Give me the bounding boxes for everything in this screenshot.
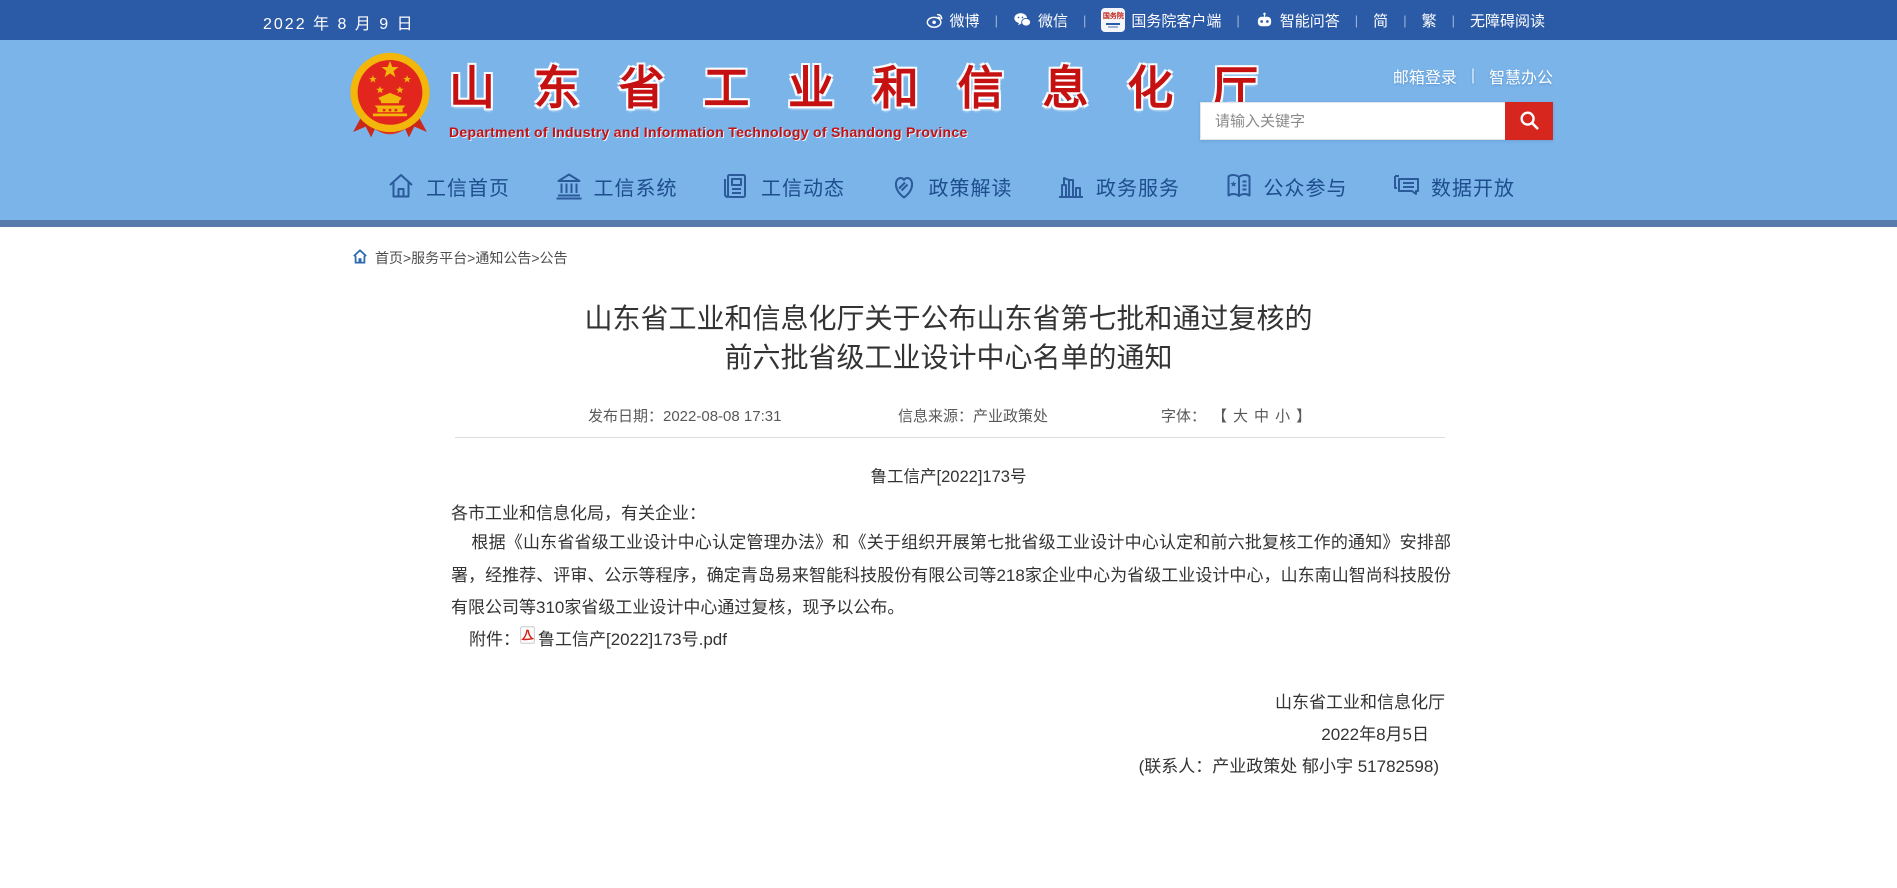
font-size-label: 字体： [1161, 405, 1206, 426]
site-title: 山 东 省 工 业 和 信 息 化 厅 [449, 52, 1271, 118]
policy-icon [888, 170, 920, 202]
main-content: 首页>服务平台>通知公告>公告 山东省工业和信息化厅关于公布山东省第七批和通过复… [0, 227, 1897, 888]
font-size-large[interactable]: 大 [1233, 405, 1248, 426]
attachment-label: 附件： [469, 625, 520, 650]
separator: | [1452, 13, 1455, 28]
publish-date: 发布日期：2022-08-08 17:31 [588, 405, 781, 426]
nav-item-home[interactable]: 工信首页 [385, 170, 510, 202]
search-icon [1518, 109, 1540, 134]
accessibility-link[interactable]: 无障碍阅读 [1470, 10, 1545, 31]
header-quick-links: 邮箱登录 | 智慧办公 [1393, 64, 1553, 88]
smart-office-link[interactable]: 智慧办公 [1489, 64, 1553, 88]
topbar-date: 2022 年 8 月 9 日 [263, 10, 415, 34]
participation-icon [1223, 170, 1255, 202]
separator: | [1471, 67, 1475, 85]
breadcrumb-path[interactable]: 首页>服务平台>通知公告>公告 [375, 248, 568, 268]
attachment-row: 附件： 鲁工信产[2022]173号.pdf [469, 625, 727, 650]
weibo-icon [926, 11, 944, 29]
nav-item-services[interactable]: 政务服务 [1055, 170, 1180, 202]
site-subtitle: Department of Industry and Information T… [449, 124, 1271, 140]
article-title-line1: 山东省工业和信息化厅关于公布山东省第七批和通过复核的 [0, 299, 1897, 338]
salutation: 各市工业和信息化局，有关企业： [451, 499, 706, 524]
nav-item-news[interactable]: 工信动态 [720, 170, 845, 202]
article-title: 山东省工业和信息化厅关于公布山东省第七批和通过复核的 前六批省级工业设计中心名单… [0, 299, 1897, 377]
separator: | [995, 13, 998, 28]
data-icon [1390, 170, 1422, 202]
nav-item-policy[interactable]: 政策解读 [888, 170, 1013, 202]
search-input[interactable] [1200, 102, 1505, 140]
separator: | [1403, 13, 1406, 28]
national-emblem-icon [345, 48, 435, 144]
header-divider-strip [0, 220, 1897, 227]
news-icon [720, 170, 752, 202]
wechat-link[interactable]: 微信 [1013, 10, 1068, 31]
article-meta: 发布日期：2022-08-08 17:31 信息来源：产业政策处 字体：【大中小… [455, 405, 1445, 427]
services-icon [1055, 170, 1087, 202]
separator: | [1236, 13, 1239, 28]
gov-client-link[interactable]: 国务院 国务院客户端 [1101, 8, 1221, 32]
breadcrumb: 首页>服务平台>通知公告>公告 [352, 248, 568, 268]
attachment-file-name: 鲁工信产[2022]173号.pdf [538, 625, 727, 650]
nav-item-system[interactable]: 工信系统 [553, 170, 678, 202]
robot-icon [1255, 11, 1274, 30]
article-paragraph: 根据《山东省省级工业设计中心认定管理办法》和《关于组织开展第七批省级工业设计中心… [451, 527, 1451, 625]
signature-org: 山东省工业和信息化厅 [451, 687, 1451, 719]
signature-block: 山东省工业和信息化厅 2022年8月5日 (联系人：产业政策处 郁小宇 5178… [451, 687, 1451, 783]
traditional-chinese-link[interactable]: 繁 [1422, 10, 1437, 31]
separator: | [1355, 13, 1358, 28]
bank-icon [553, 170, 585, 202]
wechat-icon [1013, 11, 1032, 29]
breadcrumb-home-icon[interactable] [352, 249, 368, 267]
gov-client-icon: 国务院 [1101, 8, 1125, 32]
font-size-medium[interactable]: 中 [1254, 405, 1269, 426]
meta-divider [455, 437, 1445, 438]
smart-qa-link[interactable]: 智能问答 [1255, 10, 1340, 31]
signature-date: 2022年8月5日 [451, 719, 1451, 751]
simplified-chinese-link[interactable]: 简 [1373, 10, 1388, 31]
nav-item-data[interactable]: 数据开放 [1390, 170, 1515, 202]
home-icon [385, 170, 417, 202]
weibo-link[interactable]: 微博 [926, 10, 980, 31]
topbar-links: 微博 | 微信 | 国务院 国务院客户端 | 智能问答 | 简 | [926, 0, 1545, 40]
pdf-icon [520, 626, 535, 649]
separator: | [1083, 13, 1086, 28]
search-box [1200, 102, 1553, 140]
topbar: 2022 年 8 月 9 日 微博 | 微信 | 国务院 国务院客户端 | [0, 0, 1897, 40]
document-number: 鲁工信产[2022]173号 [0, 463, 1897, 487]
site-header: 山 东 省 工 业 和 信 息 化 厅 Department of Indust… [0, 40, 1897, 220]
attachment-link[interactable]: 鲁工信产[2022]173号.pdf [520, 625, 727, 650]
signature-contact: (联系人：产业政策处 郁小宇 51782598) [451, 751, 1451, 783]
font-size-control: 字体：【大中小】 [1161, 405, 1311, 426]
site-logo[interactable]: 山 东 省 工 业 和 信 息 化 厅 Department of Indust… [345, 48, 1271, 144]
nav-item-participation[interactable]: 公众参与 [1223, 170, 1348, 202]
main-nav: 工信首页 工信系统 工信动态 政策解读 政务服务 [385, 170, 1515, 202]
mailbox-login-link[interactable]: 邮箱登录 [1393, 64, 1457, 88]
search-button[interactable] [1505, 102, 1553, 140]
info-source: 信息来源：产业政策处 [898, 405, 1048, 426]
article-title-line2: 前六批省级工业设计中心名单的通知 [0, 338, 1897, 377]
font-size-small[interactable]: 小 [1275, 405, 1290, 426]
